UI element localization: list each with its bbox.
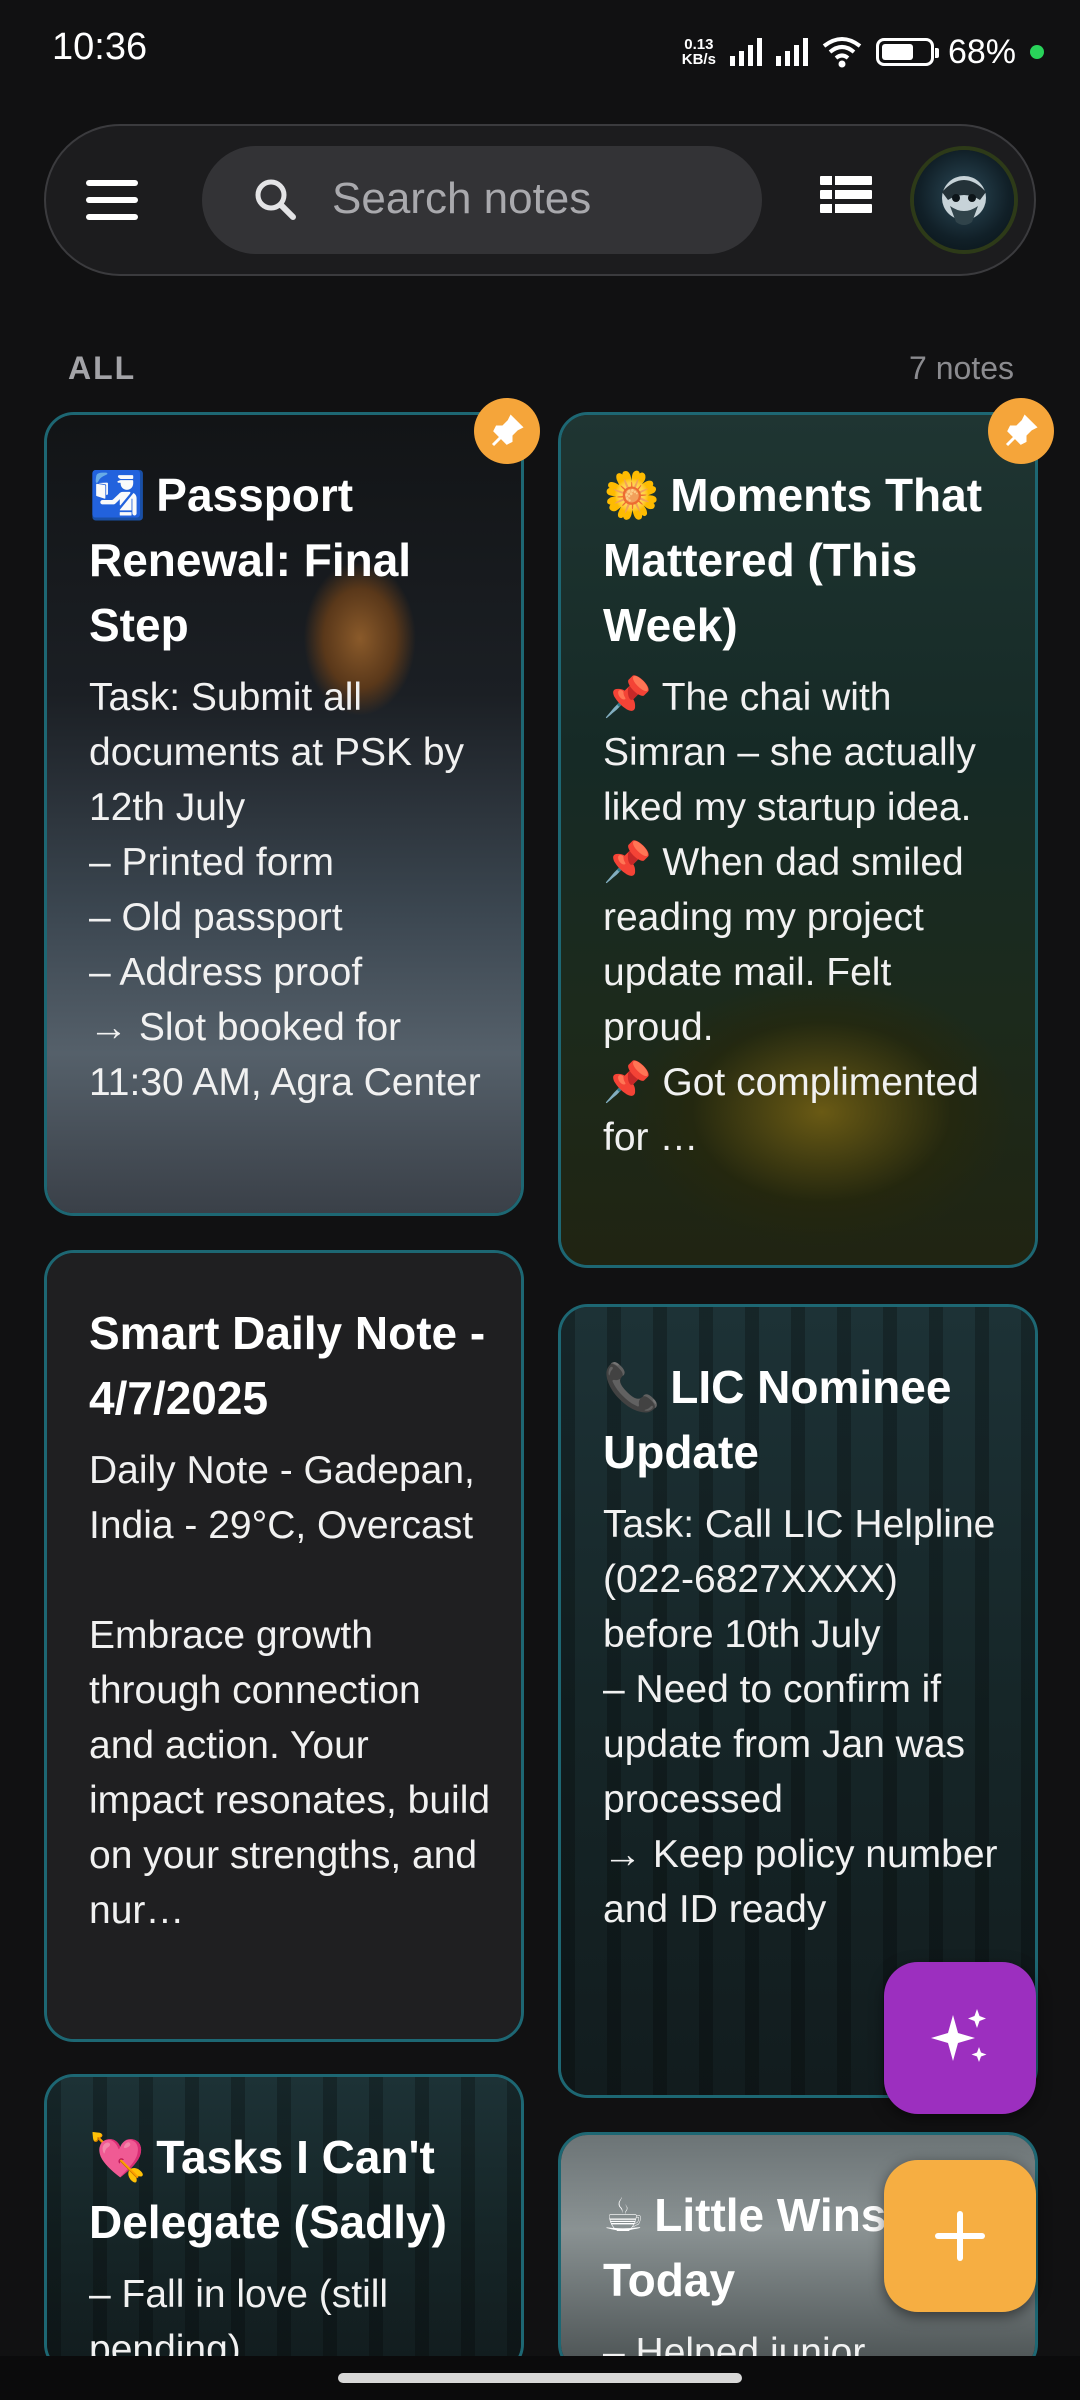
note-card[interactable]: 💘 Tasks I Can't Delegate (Sadly) – Fall i… — [44, 2074, 524, 2374]
search-input[interactable] — [330, 168, 734, 230]
battery-icon — [875, 38, 939, 66]
note-emoji: 🌼 — [603, 468, 661, 522]
network-speed: 0.13 KB/s — [682, 37, 716, 67]
network-speed-unit: KB/s — [681, 51, 716, 68]
home-indicator[interactable] — [338, 2373, 742, 2383]
avatar-image — [942, 176, 986, 225]
note-title-text: Little Wins Today — [603, 2189, 887, 2306]
top-search-bar — [44, 124, 1036, 276]
note-card[interactable]: 🛂 Passport Renewal: Final Step Task: Subm… — [44, 412, 524, 1216]
signal-icon-2 — [775, 38, 808, 66]
note-card[interactable]: Smart Daily Note - 4/7/2025 Daily Note -… — [44, 1250, 524, 2042]
search-icon — [255, 179, 296, 220]
note-title: 💘 Tasks I Can't Delegate (Sadly) — [89, 2125, 491, 2255]
charging-dot — [1030, 45, 1044, 59]
note-title-text: Smart Daily Note - 4/7/2025 — [89, 1307, 486, 1424]
note-body: 📌 The chai with Simran – she actually li… — [603, 676, 979, 1159]
note-emoji: ☕ — [603, 2188, 645, 2242]
signal-icon — [729, 38, 762, 66]
network-speed-value: 0.13 — [684, 36, 714, 53]
note-body: Task: Call LIC Helpline (022-6827XXXX) b… — [603, 1503, 998, 1931]
sparkle-icon — [931, 2009, 987, 2062]
note-body: Daily Note - Gadepan, India - 29°C, Over… — [89, 1449, 491, 1932]
battery-percent: 68% — [947, 32, 1016, 71]
note-title: 🛂 Passport Renewal: Final Step — [89, 463, 491, 658]
section-label: ALL — [68, 350, 137, 386]
search-box[interactable] — [202, 146, 762, 254]
status-bar: 10:36 0.13 KB/s 68% — [0, 0, 1080, 100]
list-view-icon[interactable] — [820, 176, 872, 220]
status-icons: 0.13 KB/s 68% — [682, 30, 1044, 74]
notes-count: 7 notes — [909, 350, 1014, 386]
note-title: Smart Daily Note - 4/7/2025 — [89, 1301, 491, 1431]
add-note-button[interactable] — [884, 2160, 1036, 2312]
plus-icon — [935, 2211, 985, 2261]
menu-icon[interactable] — [86, 180, 138, 220]
note-title: 📞 LIC Nominee Update — [603, 1355, 1005, 1485]
note-body: Task: Submit all documents at PSK by 12t… — [89, 676, 481, 1104]
note-emoji: 🛂 — [89, 468, 147, 522]
avatar[interactable] — [914, 150, 1014, 250]
note-emoji: 💘 — [89, 2130, 147, 2184]
pin-icon[interactable] — [988, 398, 1054, 464]
note-card[interactable]: 🌼 Moments That Mattered (This Week) 📌 The… — [558, 412, 1038, 1268]
battery-fill — [881, 44, 913, 60]
ai-sparkle-button[interactable] — [884, 1962, 1036, 2114]
wifi-icon — [822, 37, 862, 68]
note-title: 🌼 Moments That Mattered (This Week) — [603, 463, 1005, 658]
note-emoji: 📞 — [603, 1360, 661, 1414]
pin-icon[interactable] — [474, 398, 540, 464]
status-time: 10:36 — [52, 26, 148, 68]
